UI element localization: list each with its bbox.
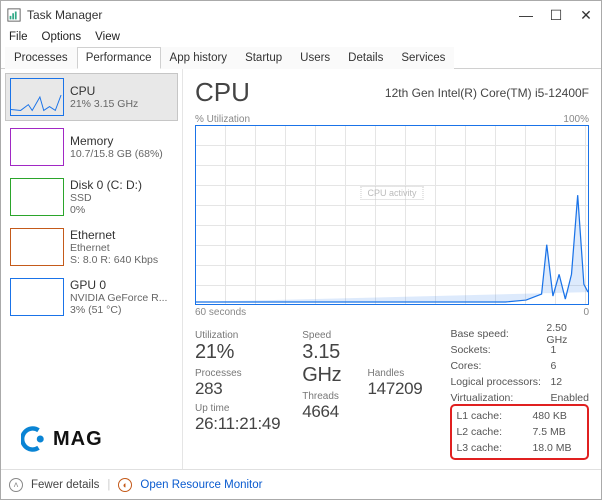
footer: ˄ Fewer details | ◐ Open Resource Monito…: [1, 469, 601, 499]
tab-processes[interactable]: Processes: [5, 47, 77, 69]
prop-key: Sockets:: [450, 344, 550, 356]
sidebar-item-label: Disk 0 (C: D:): [70, 178, 142, 192]
sidebar-item-ethernet[interactable]: Ethernet Ethernet S: 8.0 R: 640 Kbps: [5, 223, 178, 271]
gpu-thumb-icon: [10, 278, 64, 316]
app-icon: [7, 8, 21, 22]
prop-key: Base speed:: [450, 328, 546, 340]
tab-startup[interactable]: Startup: [236, 47, 291, 69]
sidebar-item-sub: 10.7/15.8 GB (68%): [70, 148, 163, 160]
sidebar-item-label: CPU: [70, 84, 138, 98]
prop-key: Cores:: [450, 360, 550, 372]
cpu-model: 12th Gen Intel(R) Core(TM) i5-12400F: [385, 86, 589, 100]
chart-label-topright: 100%: [563, 114, 589, 125]
speed-value: 3.15 GHz: [302, 341, 345, 387]
prop-key: Virtualization:: [450, 392, 550, 404]
prop-val: 6: [550, 360, 556, 372]
sidebar-item-cpu[interactable]: CPU 21% 3.15 GHz: [5, 73, 178, 121]
minimize-button[interactable]: —: [517, 7, 535, 23]
logo-icon: [21, 425, 49, 453]
chart-label-botright: 0: [583, 307, 589, 318]
spacer: [368, 341, 423, 364]
sidebar: CPU 21% 3.15 GHz Memory 10.7/15.8 GB (68…: [1, 69, 183, 469]
ethernet-thumb-icon: [10, 228, 64, 266]
cache-key: L1 cache:: [454, 410, 532, 422]
fewer-details-link[interactable]: Fewer details: [31, 479, 99, 491]
sidebar-item-disk[interactable]: Disk 0 (C: D:) SSD 0%: [5, 173, 178, 221]
sidebar-item-label: Memory: [70, 134, 163, 148]
sidebar-item-gpu[interactable]: GPU 0 NVIDIA GeForce R... 3% (51 °C): [5, 273, 178, 321]
sidebar-item-sub: 21% 3.15 GHz: [70, 98, 138, 110]
prop-val: Enabled: [550, 392, 589, 404]
handles-label: [368, 330, 423, 341]
menu-file[interactable]: File: [9, 31, 28, 43]
uptime-value: 26:11:21:49: [195, 414, 280, 434]
sidebar-item-sub: SSD 0%: [70, 192, 142, 216]
tab-app-history[interactable]: App history: [161, 47, 237, 69]
menubar: File Options View: [1, 29, 601, 46]
cpu-properties: Base speed:2.50 GHz Sockets:1 Cores:6 Lo…: [450, 326, 589, 460]
tabs: Processes Performance App history Startu…: [1, 46, 601, 69]
open-resource-monitor-link[interactable]: Open Resource Monitor: [140, 479, 262, 491]
chevron-up-icon[interactable]: ˄: [9, 478, 23, 492]
menu-options[interactable]: Options: [42, 31, 82, 43]
cache-key: L3 cache:: [454, 442, 532, 454]
speed-label: Speed: [302, 330, 345, 341]
cache-val: 18.0 MB: [532, 442, 573, 454]
cache-highlight: L1 cache:480 KB L2 cache:7.5 MB L3 cache…: [450, 404, 589, 460]
titlebar: Task Manager — ☐ ✕: [1, 1, 601, 29]
tab-services[interactable]: Services: [392, 47, 454, 69]
tab-users[interactable]: Users: [291, 47, 339, 69]
cpu-thumb-icon: [10, 78, 64, 116]
disk-thumb-icon: [10, 178, 64, 216]
task-manager-window: Task Manager — ☐ ✕ File Options View Pro…: [0, 0, 602, 500]
maximize-button[interactable]: ☐: [547, 7, 565, 24]
sidebar-item-label: GPU 0: [70, 278, 167, 292]
chart-label-botleft: 60 seconds: [195, 307, 246, 318]
sidebar-item-label: Ethernet: [70, 228, 158, 242]
memory-thumb-icon: [10, 128, 64, 166]
utilization-label: Utilization: [195, 330, 280, 341]
sidebar-item-memory[interactable]: Memory 10.7/15.8 GB (68%): [5, 123, 178, 171]
chart-label-topleft: % Utilization: [195, 114, 250, 125]
handles-label: Handles: [368, 368, 423, 379]
sidebar-item-sub: NVIDIA GeForce R... 3% (51 °C): [70, 292, 167, 316]
watermark-text: MAG: [53, 428, 103, 451]
prop-key: Logical processors:: [450, 376, 550, 388]
tab-details[interactable]: Details: [339, 47, 392, 69]
main-panel: CPU 12th Gen Intel(R) Core(TM) i5-12400F…: [183, 69, 601, 469]
cache-val: 480 KB: [532, 410, 568, 422]
window-title: Task Manager: [27, 8, 517, 22]
utilization-value: 21%: [195, 341, 280, 364]
processes-label: Processes: [195, 368, 280, 379]
tab-performance[interactable]: Performance: [77, 47, 161, 69]
stats-area: Utilization 21% Processes 283 Up time 26…: [195, 326, 589, 460]
cache-key: L2 cache:: [454, 426, 532, 438]
cache-val: 7.5 MB: [532, 426, 567, 438]
threads-value: 4664: [302, 402, 345, 422]
prop-val: 1: [550, 344, 556, 356]
handles-value: 147209: [368, 379, 423, 399]
page-title: CPU: [195, 77, 250, 108]
uptime-label: Up time: [195, 403, 280, 414]
processes-value: 283: [195, 379, 280, 399]
resource-monitor-icon: ◐: [118, 478, 132, 492]
threads-label: Threads: [302, 391, 345, 402]
cpu-chart[interactable]: CPU activity: [195, 125, 589, 305]
prop-val: 12: [550, 376, 562, 388]
menu-view[interactable]: View: [95, 31, 120, 43]
sidebar-item-sub: Ethernet S: 8.0 R: 640 Kbps: [70, 242, 158, 266]
close-button[interactable]: ✕: [577, 7, 595, 24]
watermark: MAG: [21, 425, 103, 453]
